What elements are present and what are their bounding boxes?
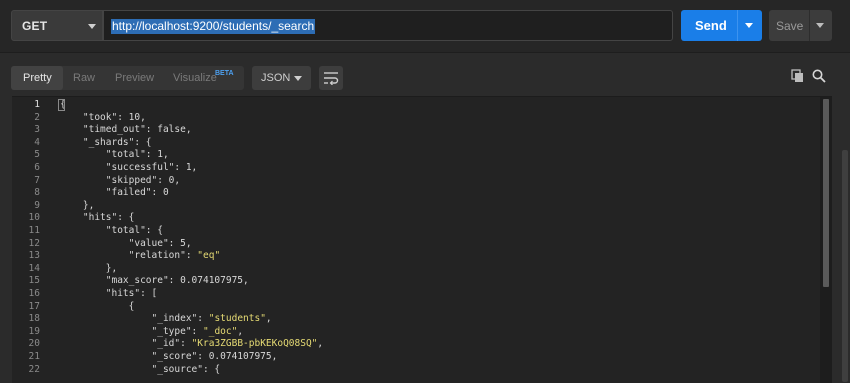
line-number: 10	[28, 212, 40, 224]
line-number: 11	[28, 225, 40, 236]
json-string-value: "eq"	[197, 250, 221, 262]
line-number: 18	[28, 313, 40, 325]
code-line: "max_score": 0.074107975,	[60, 275, 249, 287]
view-tabs: Pretty Raw Preview Visualize BETA	[11, 66, 244, 90]
code-line: "_score": 0.074107975,	[60, 351, 278, 362]
code-area: { "took": 10, "timed_out": false, "_shar…	[58, 97, 820, 383]
tab-raw[interactable]: Raw	[73, 72, 95, 84]
code-line: "_index": "students",	[60, 313, 272, 324]
line-number: 3	[34, 124, 40, 136]
code-line: "_source": {	[60, 363, 221, 375]
line-number: 12	[28, 237, 40, 249]
tab-pretty[interactable]: Pretty	[23, 72, 52, 84]
json-string-value: "Kra3ZGBB-pbKEKoQ08SQ"	[191, 338, 318, 350]
json-punctuation: ,	[265, 313, 272, 325]
beta-badge: BETA	[215, 70, 234, 77]
line-number: 6	[34, 162, 40, 173]
code-line: "_shards": {	[60, 136, 152, 148]
json-string-value: "_doc"	[203, 325, 238, 337]
code-line: "relation": "eq"	[60, 250, 221, 262]
json-key: "relation":	[60, 250, 198, 262]
send-label: Send	[695, 18, 727, 33]
line-number: 9	[34, 199, 40, 211]
code-line: "took": 10,	[60, 111, 146, 123]
json-punctuation: ,	[237, 325, 244, 337]
line-number: 21	[28, 351, 40, 362]
code-line: {	[60, 300, 135, 312]
url-input[interactable]: http://localhost:9200/students/_search	[103, 10, 673, 41]
wrap-lines-icon	[324, 72, 339, 85]
line-number: 16	[28, 288, 40, 299]
line-number: 1	[34, 99, 40, 110]
line-number: 7	[34, 174, 40, 186]
search-icon[interactable]	[812, 69, 826, 83]
json-punctuation: ,	[317, 338, 324, 350]
request-bar: GET http://localhost:9200/students/_sear…	[0, 0, 850, 52]
code-line: },	[60, 199, 95, 211]
code-line: "successful": 1,	[60, 162, 198, 173]
json-key: "_index":	[60, 313, 209, 325]
code-line: "_type": "_doc",	[60, 325, 244, 337]
code-line: "_id": "Kra3ZGBB-pbKEKoQ08SQ",	[60, 338, 324, 350]
code-line: "failed": 0	[60, 187, 169, 199]
json-key: "_type":	[60, 325, 203, 337]
code-line: "total": 1,	[60, 149, 169, 161]
line-number: 8	[34, 187, 40, 199]
line-number: 14	[28, 262, 40, 274]
save-divider	[809, 10, 810, 41]
format-select[interactable]: JSON	[252, 66, 311, 90]
json-string-value: "students"	[208, 313, 266, 325]
response-body-editor[interactable]: 1 2 3 4 5 6 7 8 9 10 11 12 13 14 15 16 17 18 19 20 21 22 { "t…	[12, 96, 832, 383]
line-number: 2	[34, 111, 40, 123]
tab-preview[interactable]: Preview	[115, 72, 154, 84]
editor-scrollbar[interactable]	[820, 97, 832, 383]
code-line: "hits": {	[60, 212, 135, 224]
chevron-down-icon[interactable]	[745, 23, 753, 28]
send-divider	[737, 10, 738, 41]
line-number: 13	[28, 250, 40, 262]
chevron-down-icon	[294, 76, 302, 81]
code-line: "total": {	[60, 225, 163, 236]
response-toolbar: Pretty Raw Preview Visualize BETA JSON	[0, 53, 850, 96]
code-line: "skipped": 0,	[60, 174, 181, 186]
tab-visualize[interactable]: Visualize	[173, 72, 217, 84]
line-number: 19	[28, 325, 40, 337]
chevron-down-icon	[88, 24, 96, 29]
save-button[interactable]: Save	[769, 10, 832, 41]
method-select[interactable]: GET	[11, 10, 103, 41]
scrollbar-thumb[interactable]	[823, 99, 829, 287]
code-line: "timed_out": false,	[60, 124, 192, 136]
url-text: http://localhost:9200/students/_search	[111, 19, 316, 34]
send-button[interactable]: Send	[681, 10, 762, 41]
line-number: 22	[28, 363, 40, 375]
code-line: "value": 5,	[60, 237, 192, 249]
line-number: 4	[34, 136, 40, 148]
panel-scrollbar[interactable]	[842, 150, 848, 382]
code-line: "hits": [	[60, 288, 158, 299]
method-label: GET	[22, 19, 48, 33]
copy-icon[interactable]	[791, 69, 805, 83]
save-label: Save	[776, 19, 804, 33]
line-number: 5	[34, 149, 40, 161]
line-number: 20	[28, 338, 40, 350]
format-label: JSON	[261, 72, 291, 84]
wrap-lines-button[interactable]	[319, 66, 343, 90]
bracket-match-highlight	[58, 99, 65, 111]
line-number: 15	[28, 275, 40, 287]
line-number-gutter: 1 2 3 4 5 6 7 8 9 10 11 12 13 14 15 16 17 18 19 20 21 22	[12, 97, 58, 383]
line-number: 17	[28, 300, 40, 312]
json-key: "_id":	[60, 338, 192, 350]
chevron-down-icon[interactable]	[816, 23, 824, 28]
code-line: },	[60, 262, 118, 274]
